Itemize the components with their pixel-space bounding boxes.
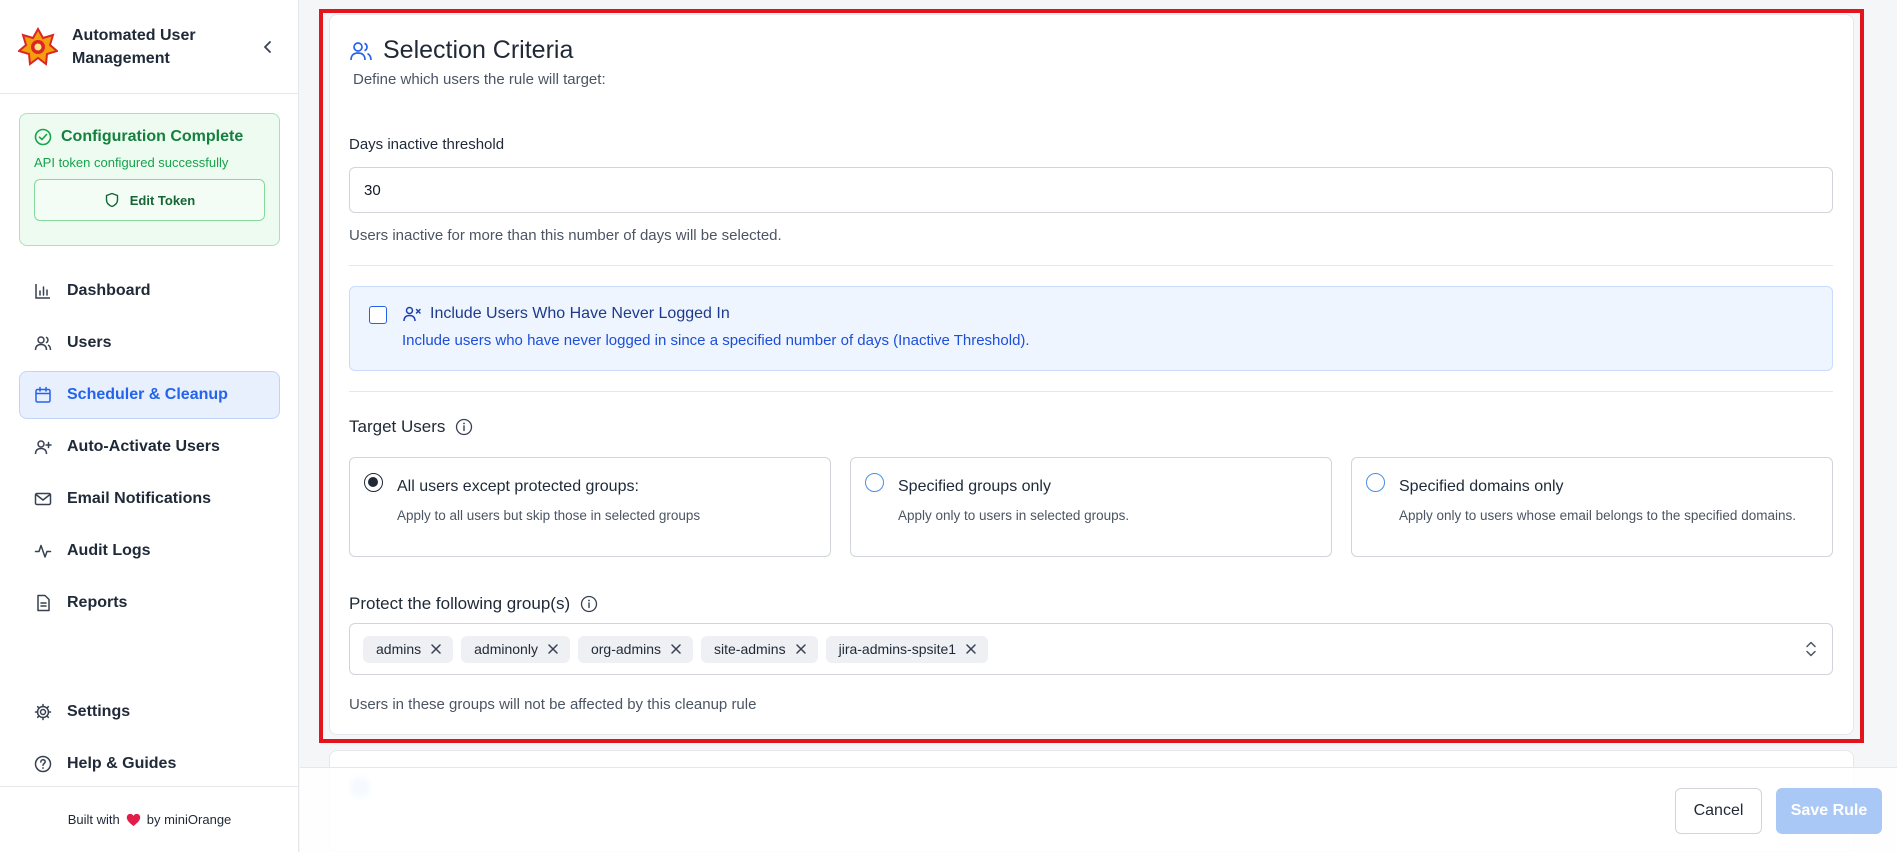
brand-header: Automated User Management xyxy=(0,0,298,94)
highlight-frame xyxy=(319,9,1864,743)
nav-label: Reports xyxy=(67,594,128,611)
nav-item-users[interactable]: Users xyxy=(19,319,280,367)
calendar-icon xyxy=(33,385,53,405)
nav-item-email-notifications[interactable]: Email Notifications xyxy=(19,475,280,523)
users-icon xyxy=(33,333,53,353)
nav-item-settings[interactable]: Settings xyxy=(19,688,280,736)
chevron-left-icon[interactable] xyxy=(256,35,280,59)
user-plus-icon xyxy=(33,437,53,457)
nav-item-dashboard[interactable]: Dashboard xyxy=(19,267,280,315)
config-status-subtitle: API token configured successfully xyxy=(34,155,229,170)
help-circle-icon xyxy=(33,754,53,774)
edit-token-button[interactable]: Edit Token xyxy=(34,179,265,221)
shield-icon xyxy=(105,192,118,208)
secondary-nav: Settings Help & Guides xyxy=(19,688,280,792)
cancel-button[interactable]: Cancel xyxy=(1675,788,1762,834)
nav-label: Email Notifications xyxy=(67,490,212,507)
main-nav: Dashboard Users Scheduler & Cleanup Auto… xyxy=(19,267,280,631)
app-logo-icon xyxy=(18,26,58,66)
footer-prefix: Built with xyxy=(67,812,120,827)
nav-label: Help & Guides xyxy=(67,755,177,772)
file-text-icon xyxy=(33,593,53,613)
configuration-status-card: Configuration Complete API token configu… xyxy=(19,113,280,246)
gear-icon xyxy=(33,702,53,722)
edit-token-label: Edit Token xyxy=(129,192,196,208)
nav-item-auto-activate-users[interactable]: Auto-Activate Users xyxy=(19,423,280,471)
action-bar: Cancel Save Rule xyxy=(300,767,1897,852)
nav-item-scheduler-cleanup[interactable]: Scheduler & Cleanup xyxy=(19,371,280,419)
nav-label: Scheduler & Cleanup xyxy=(67,386,228,403)
save-rule-button[interactable]: Save Rule xyxy=(1776,788,1882,834)
bar-chart-icon xyxy=(33,281,53,301)
nav-label: Settings xyxy=(67,703,131,720)
nav-label: Dashboard xyxy=(67,282,151,299)
nav-item-help-guides[interactable]: Help & Guides xyxy=(19,740,280,788)
nav-label: Audit Logs xyxy=(67,542,151,559)
nav-item-audit-logs[interactable]: Audit Logs xyxy=(19,527,280,575)
heart-icon xyxy=(126,813,140,826)
sidebar-footer: Built with by miniOrange xyxy=(0,786,299,852)
nav-label: Users xyxy=(67,334,112,351)
config-status-header: Configuration Complete xyxy=(34,128,265,146)
activity-icon xyxy=(33,541,53,561)
app-title: Automated User Management xyxy=(72,26,196,67)
footer-suffix: by miniOrange xyxy=(146,812,232,827)
nav-item-reports[interactable]: Reports xyxy=(19,579,280,627)
config-status-title: Configuration Complete xyxy=(61,128,244,145)
check-circle-icon xyxy=(34,128,52,146)
mail-icon xyxy=(33,489,53,509)
nav-label: Auto-Activate Users xyxy=(67,438,220,455)
sidebar: Automated User Management Configuration … xyxy=(0,0,299,852)
